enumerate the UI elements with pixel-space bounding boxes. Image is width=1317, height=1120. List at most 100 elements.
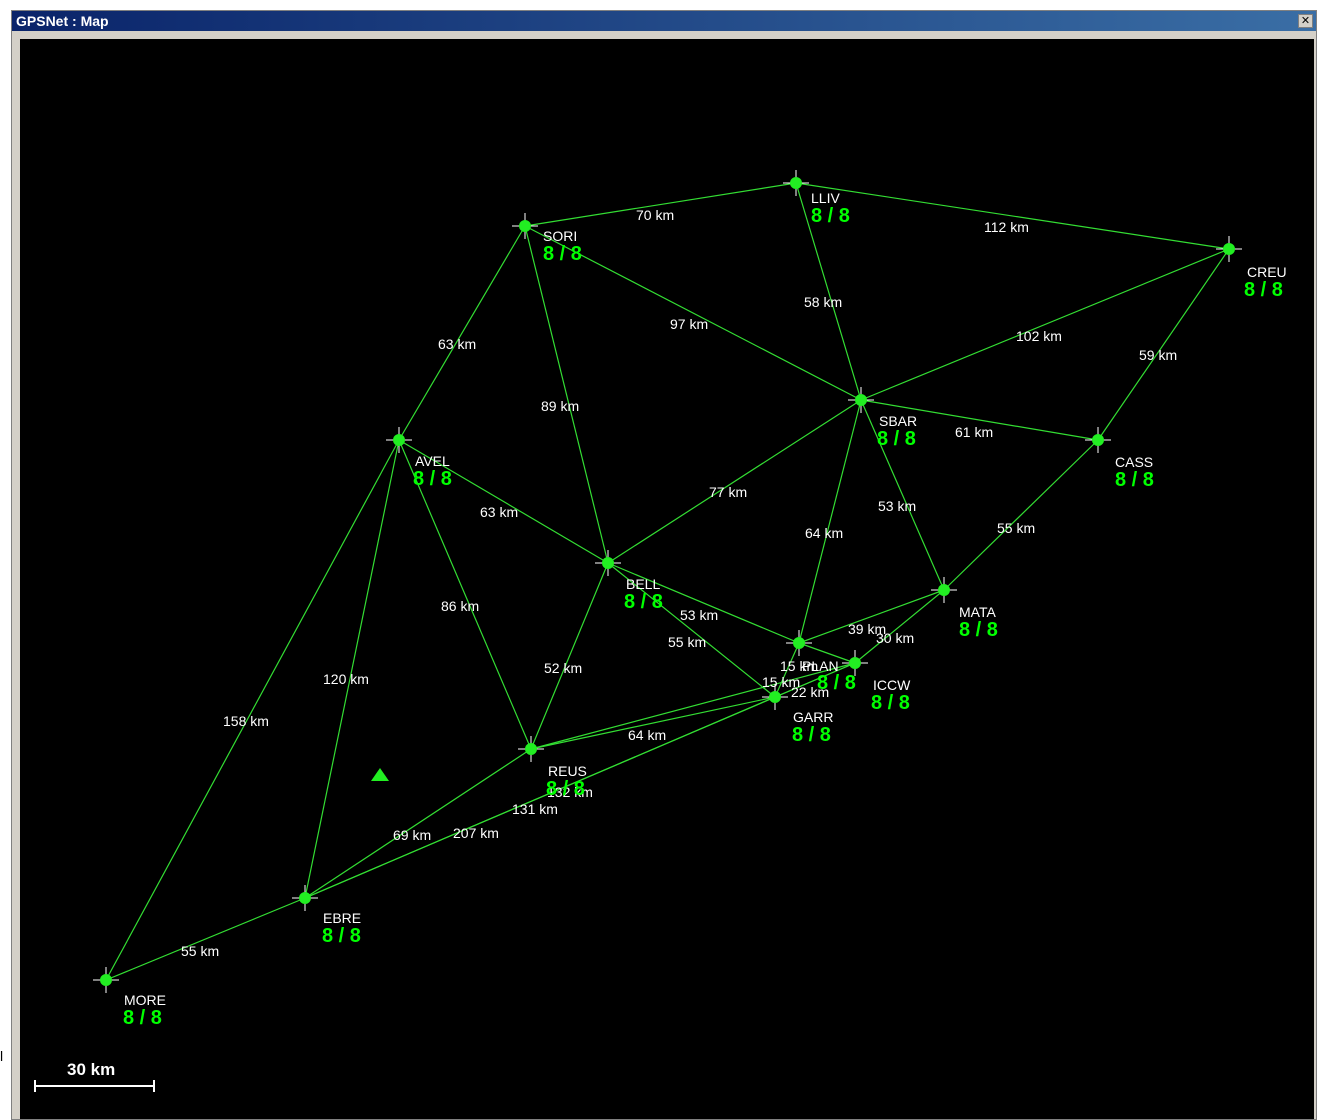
station-lliv[interactable]: LLIV8 / 8 [783,170,850,227]
station-ebre[interactable]: EBRE8 / 8 [292,885,361,947]
station-marker-icon[interactable] [938,584,950,596]
station-status: 8 / 8 [817,672,856,694]
map-window: GPSNet : Map ✕ 70 km 112 km 58 km 97 km 102 … [11,10,1317,1120]
station-more[interactable]: MORE8 / 8 [93,967,166,1029]
triangle-marker-icon [371,768,389,781]
baseline-distance-label: 58 km [804,294,842,310]
station-name: REUS [548,763,587,779]
close-icon[interactable]: ✕ [1298,14,1313,28]
station-creu[interactable]: CREU8 / 8 [1216,236,1287,301]
baseline-distance-label: 55 km [668,634,706,650]
station-name: MORE [124,992,166,1008]
station-status: 8 / 8 [322,925,361,947]
baseline-distance-label: 131 km [512,801,558,817]
station-cass[interactable]: CASS8 / 8 [1085,427,1154,491]
baseline-lliv-creu [795,182,1230,250]
network-map: 70 km 112 km 58 km 97 km 102 km 59 km 63 km 89 … [34,170,1287,1092]
baseline-distance-label: 63 km [480,504,518,520]
baseline-distance-label: 63 km [438,336,476,352]
station-name: MATA [959,604,996,620]
station-marker-icon[interactable] [100,974,112,986]
station-marker-icon[interactable] [602,557,614,569]
baseline-distance-label: 55 km [181,943,219,959]
station-status: 8 / 8 [792,724,831,746]
baseline-sori-avel [398,225,526,441]
station-name: SBAR [879,413,917,429]
baseline-distance-label: 97 km [670,316,708,332]
baseline-distance-label: 30 km [876,630,914,646]
window-title: GPSNet : Map [16,13,109,29]
baseline-cass-mata [943,439,1099,591]
station-name: CREU [1247,264,1287,280]
baseline-distance-label: 64 km [628,727,666,743]
station-sbar[interactable]: SBAR8 / 8 [848,387,917,450]
station-name: GARR [793,709,833,725]
baseline-avel-ebre [304,439,400,899]
station-status: 8 / 8 [871,692,910,714]
baseline-sori-bell [524,225,609,564]
station-name: SORI [543,228,577,244]
station-marker-icon[interactable] [1092,434,1104,446]
station-name: LLIV [811,190,840,206]
baseline-distance-label: 53 km [680,607,718,623]
station-name: BELL [626,576,660,592]
baseline-distance-label: 61 km [955,424,993,440]
station-mata[interactable]: MATA8 / 8 [931,577,998,641]
baseline-distance-label: 69 km [393,827,431,843]
title-bar[interactable]: GPSNet : Map ✕ [12,11,1316,31]
baseline-distance-label: 207 km [453,825,499,841]
station-name: EBRE [323,910,361,926]
station-marker-icon[interactable] [849,657,861,669]
baseline-ebre-reus [304,748,532,899]
baseline-distance-label: 89 km [541,398,579,414]
station-reus[interactable]: REUS8 / 8 [518,736,587,800]
station-marker-icon[interactable] [855,394,867,406]
station-avel[interactable]: AVEL8 / 8 [386,427,452,490]
baseline-distance-label: 64 km [805,525,843,541]
station-status: 8 / 8 [123,1007,162,1029]
station-name: ICCW [873,677,911,693]
station-marker-icon[interactable] [525,743,537,755]
baseline-distance-label: 112 km [984,219,1029,235]
scale-bar: 30 km [34,1060,155,1092]
station-status: 8 / 8 [959,619,998,641]
map-canvas[interactable]: 70 km 112 km 58 km 97 km 102 km 59 km 63 km 89 … [20,39,1314,1119]
station-bell[interactable]: BELL8 / 8 [595,550,663,613]
station-status: 8 / 8 [1115,469,1154,491]
scale-bar-label: 30 km [67,1060,115,1079]
station-marker-icon[interactable] [790,177,802,189]
baseline-distance-label: 120 km [323,671,369,687]
station-marker-icon[interactable] [299,892,311,904]
station-marker-icon[interactable] [519,220,531,232]
baseline-distance-label: 86 km [441,598,479,614]
baseline-distance-label: 53 km [878,498,916,514]
baseline-sbar-creu [860,248,1230,401]
station-status: 8 / 8 [811,205,850,227]
baseline-distance-label: 70 km [636,207,674,223]
station-status: 8 / 8 [624,591,663,613]
station-status: 8 / 8 [1244,279,1283,301]
station-status: 8 / 8 [877,428,916,450]
baseline-avel-more [105,439,400,981]
baseline-sbar-plan [798,399,862,644]
station-status: 8 / 8 [543,243,582,265]
station-status: 8 / 8 [546,778,585,800]
baseline-distance-label: 158 km [223,713,269,729]
baseline-distance-label: 59 km [1139,347,1177,363]
edge-mark: l [0,1048,4,1064]
station-sori[interactable]: SORI8 / 8 [512,213,582,265]
station-marker-icon[interactable] [793,637,805,649]
station-status: 8 / 8 [413,468,452,490]
baseline-distance-label: 55 km [997,520,1035,536]
station-marker-icon[interactable] [1223,243,1235,255]
station-name: AVEL [415,453,450,469]
station-name: CASS [1115,454,1153,470]
station-marker-icon[interactable] [393,434,405,446]
baseline-ebre-more [105,897,306,981]
baseline-distance-label: 77 km [709,484,747,500]
station-marker-icon[interactable] [769,691,781,703]
baseline-creu-cass [1097,248,1230,441]
baseline-bell-reus [530,562,609,750]
baseline-distance-label: 52 km [544,660,582,676]
baseline-distance-label: 102 km [1016,328,1062,344]
